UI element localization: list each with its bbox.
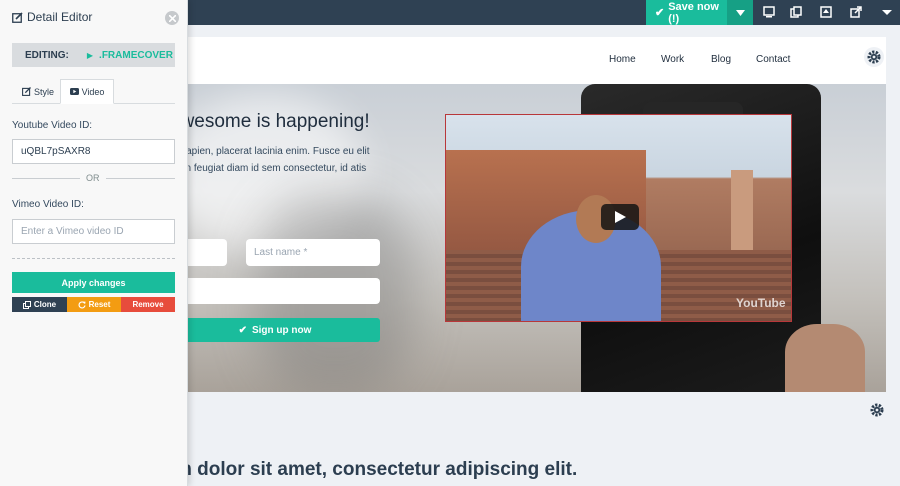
youtube-id-input[interactable]: uQBL7pSAXR8 (12, 139, 175, 164)
close-icon (168, 14, 176, 22)
tablet-icon[interactable] (789, 5, 803, 19)
panel-title-text: Detail Editor (27, 10, 93, 24)
nav-blog[interactable]: Blog (711, 54, 756, 65)
video-play-button[interactable] (601, 204, 639, 230)
vimeo-id-input[interactable]: Enter a Vimeo video ID (12, 219, 175, 244)
youtube-icon (69, 88, 79, 95)
play-icon (615, 211, 626, 223)
editing-target: .FRAMECOVER (99, 49, 173, 61)
editing-label: EDITING: (25, 49, 69, 61)
signup-button-label: Sign up now (251, 324, 312, 336)
refresh-icon (78, 300, 86, 309)
hero-copy: m sapien, placerat lacinia enim. Fusce e… (170, 146, 370, 174)
menu-caret-icon[interactable] (880, 5, 894, 19)
youtube-id-label: Youtube Video ID: (12, 120, 93, 131)
last-name-field[interactable]: Last name * (246, 239, 380, 266)
remove-button[interactable]: Remove (121, 297, 175, 312)
hero-headline: awesome is happening! (170, 111, 370, 132)
signup-button[interactable]: ✔ Sign up now (170, 318, 380, 342)
vimeo-id-label: Vimeo Video ID: (12, 199, 84, 210)
save-options-dropdown[interactable] (727, 0, 753, 25)
nav-contact[interactable]: Contact (756, 54, 801, 65)
tab-video-label: Video (81, 86, 105, 97)
section-settings-gear-icon[interactable] (867, 400, 887, 420)
reset-button-label: Reset (88, 300, 111, 309)
youtube-watermark: YouTube (736, 296, 786, 310)
dashed-divider (12, 258, 175, 259)
block-settings-gear-icon[interactable] (863, 46, 885, 68)
site-nav: Home Work Blog Contact (609, 54, 801, 65)
tab-style-label: Style (34, 86, 55, 97)
email-field[interactable] (170, 278, 380, 304)
close-panel-button[interactable] (165, 11, 179, 25)
nav-work[interactable]: Work (661, 54, 711, 65)
detail-editor-panel: Detail Editor EDITING: ▶ .FRAMECOVER Sty… (0, 0, 188, 486)
caret-down-icon (735, 9, 745, 16)
tab-style[interactable]: Style (22, 79, 54, 104)
check-icon: ✔ (655, 7, 665, 19)
editor-tabs: Style Video (12, 79, 175, 104)
section-heading: m dolor sit amet, consectetur adipiscing… (175, 459, 578, 480)
save-button-label: Save now (!) (668, 0, 719, 25)
edit-icon (12, 11, 23, 23)
play-arrow-icon: ▶ (86, 50, 94, 60)
apply-changes-button[interactable]: Apply changes (12, 272, 175, 293)
external-link-icon[interactable] (849, 5, 863, 19)
clone-icon (22, 300, 31, 309)
nav-home[interactable]: Home (609, 54, 661, 65)
tab-video[interactable]: Video (60, 79, 114, 104)
download-icon[interactable] (819, 5, 833, 19)
clone-button-label: Clone (33, 300, 57, 309)
desktop-icon[interactable] (762, 5, 776, 19)
edit-icon (22, 87, 31, 96)
embedded-video[interactable]: YouTube (445, 114, 792, 322)
or-divider-label: OR (80, 173, 106, 183)
check-icon: ✔ (238, 324, 247, 336)
panel-title: Detail Editor (12, 10, 92, 24)
clone-button[interactable]: Clone (12, 297, 67, 312)
hand-image (785, 324, 865, 392)
reset-button[interactable]: Reset (67, 297, 121, 312)
save-button[interactable]: ✔ Save now (!) (646, 0, 727, 25)
editing-indicator: EDITING: ▶ .FRAMECOVER (12, 43, 175, 67)
